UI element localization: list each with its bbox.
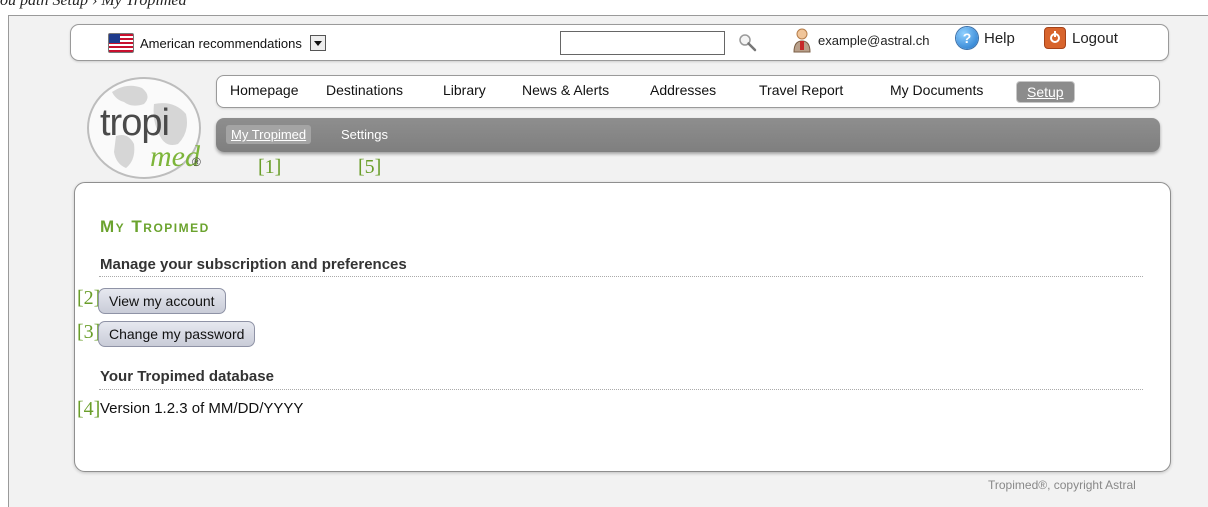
marker-1: [1] xyxy=(258,156,282,178)
nav-news-alerts[interactable]: News & Alerts xyxy=(522,82,609,98)
nav-travel-report[interactable]: Travel Report xyxy=(759,82,843,98)
user-email: example@astral.ch xyxy=(818,32,930,48)
marker-3: [3] xyxy=(77,321,101,343)
nav-destinations[interactable]: Destinations xyxy=(326,82,403,98)
nav-homepage[interactable]: Homepage xyxy=(230,82,299,98)
user-icon xyxy=(793,28,811,53)
us-flag-icon xyxy=(108,33,134,53)
logout-link[interactable]: Logout xyxy=(1044,27,1118,49)
nav-addresses[interactable]: Addresses xyxy=(650,82,716,98)
nav-library[interactable]: Library xyxy=(443,82,486,98)
nav-setup[interactable]: Setup xyxy=(1016,81,1075,103)
dropdown-arrow-icon[interactable] xyxy=(309,35,326,51)
nav-my-documents[interactable]: My Documents xyxy=(890,82,983,98)
user-account[interactable]: example@astral.ch xyxy=(792,27,929,53)
view-account-button[interactable]: View my account xyxy=(98,288,226,314)
subnav-my-tropimed[interactable]: My Tropimed xyxy=(226,125,312,144)
copyright-text: Tropimed®, copyright Astral xyxy=(988,478,1136,492)
search-icon[interactable] xyxy=(736,32,758,54)
change-password-button[interactable]: Change my password xyxy=(98,321,256,347)
help-link[interactable]: ? Help xyxy=(956,27,1015,49)
page-title: My Tropimed xyxy=(100,217,210,236)
section-divider xyxy=(99,389,1143,390)
section-heading-database: Your Tropimed database xyxy=(100,368,274,385)
logo-registered: ® xyxy=(192,155,201,169)
power-icon xyxy=(1044,27,1066,49)
marker-2: [2] xyxy=(77,287,101,309)
logo-text: tropi xyxy=(100,102,170,144)
section-heading-subscription: Manage your subscription and preferences xyxy=(100,256,407,273)
language-select[interactable]: American recommendations xyxy=(108,31,326,55)
marker-5: [5] xyxy=(358,156,382,178)
language-label: American recommendations xyxy=(140,35,302,51)
search-input[interactable] xyxy=(560,31,725,55)
logout-label: Logout xyxy=(1072,29,1118,47)
subnav-settings[interactable]: Settings xyxy=(341,127,388,142)
database-version: Version 1.2.3 of MM/DD/YYYY xyxy=(100,400,304,417)
help-icon: ? xyxy=(956,27,978,49)
help-label: Help xyxy=(984,29,1015,47)
page-caption: ou path Setup › My Tropimed xyxy=(0,0,187,9)
marker-4: [4] xyxy=(77,398,101,420)
section-divider xyxy=(99,276,1143,277)
